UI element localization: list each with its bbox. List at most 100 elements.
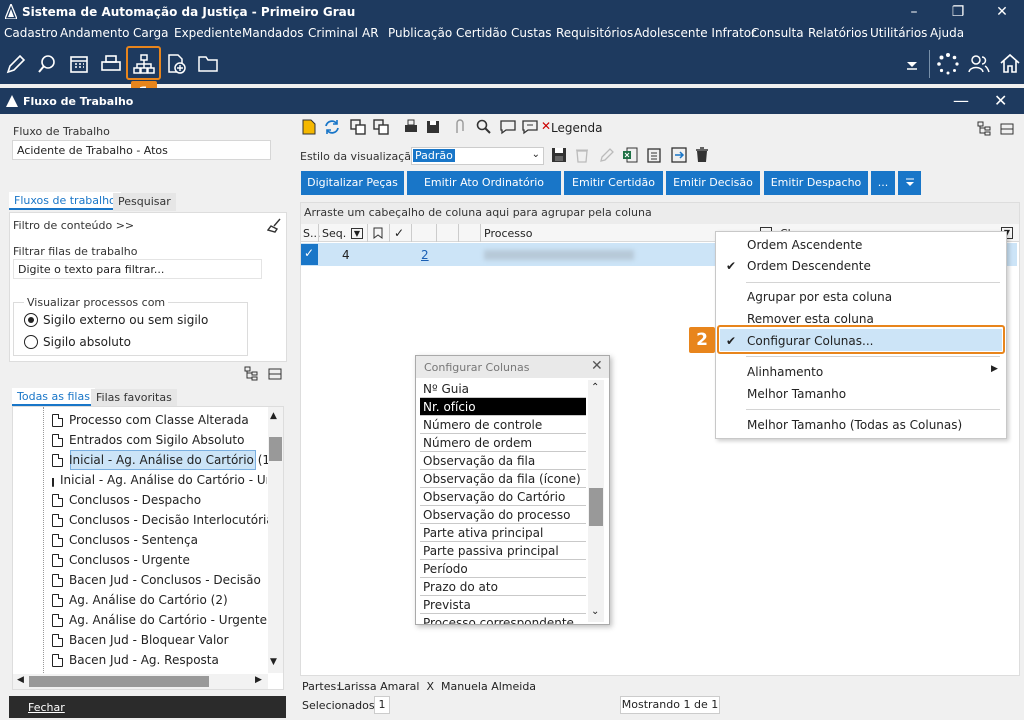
more-button[interactable]: ... — [871, 171, 895, 195]
list-item[interactable]: Observação da fila (ícone) — [420, 470, 586, 488]
collapse-icon[interactable] — [268, 367, 283, 381]
menu-mandados[interactable]: Mandados — [242, 26, 304, 40]
scroll-up-icon[interactable]: ⌃ — [591, 382, 599, 393]
dropdown-arrow-icon[interactable] — [902, 54, 922, 74]
scroll-down-icon[interactable]: ⌄ — [591, 606, 599, 617]
tree-hscroll[interactable]: ◀ ▶ — [13, 674, 268, 689]
radio-external[interactable] — [24, 313, 38, 327]
workflow-tree-icon[interactable] — [132, 52, 156, 76]
magnify-icon[interactable] — [476, 119, 492, 135]
menu-relatorios[interactable]: Relatórios — [808, 26, 868, 40]
excel-icon[interactable] — [622, 147, 638, 163]
copy-alt-icon[interactable] — [373, 119, 389, 135]
list-item[interactable]: Observação do processo — [420, 506, 586, 524]
edit-pencil-icon[interactable] — [4, 52, 28, 76]
check-column-icon[interactable]: ✓ — [394, 226, 404, 240]
scroll-left-icon[interactable]: ◀ — [17, 675, 24, 685]
comment-add-icon[interactable] — [522, 119, 538, 135]
menu-publicacao[interactable]: Publicação — [388, 26, 452, 40]
list-item[interactable]: Número de controle — [420, 416, 586, 434]
print-doc-icon[interactable] — [403, 119, 419, 135]
tree-item[interactable]: Bacen Jud - Bloquear Valor — [52, 630, 229, 650]
tab-favorite-queues[interactable]: Filas favoritas — [91, 389, 177, 407]
close-panel-button[interactable]: Fechar — [28, 701, 65, 714]
menu-carga[interactable]: Carga — [133, 26, 168, 40]
list-item-selected[interactable]: Nr. ofício — [420, 398, 586, 416]
menu-requisitorios[interactable]: Requisitórios — [556, 26, 633, 40]
menu-ajuda[interactable]: Ajuda — [930, 26, 964, 40]
scroll-up-icon[interactable]: ▲ — [270, 411, 277, 421]
menu-cadastro[interactable]: Cadastro — [4, 26, 58, 40]
list-item[interactable]: Nº Guia — [420, 380, 586, 398]
emitir-certidao-button[interactable]: Emitir Certidão — [564, 171, 663, 195]
save-doc-icon[interactable] — [425, 119, 441, 135]
clipboard-icon[interactable] — [647, 147, 661, 163]
dialog-close-icon[interactable]: ✕ — [591, 358, 603, 374]
tree-item[interactable]: Conclusos - Despacho — [52, 490, 201, 510]
export-icon[interactable] — [671, 147, 687, 163]
add-document-icon[interactable] — [164, 52, 188, 76]
queue-filter-input[interactable]: Digite o texto para filtrar... — [13, 259, 262, 279]
list-item[interactable]: Número de ordem — [420, 434, 586, 452]
list-item[interactable]: Período — [420, 560, 586, 578]
save-icon[interactable] — [551, 147, 567, 163]
menu-utilitarios[interactable]: Utilitários — [870, 26, 927, 40]
tree-item[interactable]: Conclusos - Sentença — [52, 530, 198, 550]
tree-item[interactable]: Ag. Análise do Cartório - Urgente — [52, 610, 267, 630]
search-document-icon[interactable] — [36, 52, 60, 76]
tree-item[interactable]: Bacen Jud - Conclusos - Decisão — [52, 570, 261, 590]
col-seq[interactable]: Seq. — [322, 227, 346, 240]
tree-item[interactable]: Inicial - Ag. Análise do Cartório - Urge… — [52, 470, 267, 490]
menu-custas[interactable]: Custas — [511, 26, 552, 40]
remove-icon[interactable]: ✕ — [541, 119, 551, 133]
menu-andamento[interactable]: Andamento — [60, 26, 130, 40]
printer-icon[interactable] — [99, 52, 123, 76]
workflow-field[interactable]: Acidente de Trabalho - Atos — [12, 140, 271, 160]
minimize-button[interactable]: – — [892, 0, 936, 24]
menu-certidao[interactable]: Certidão — [456, 26, 507, 40]
panel-close-button[interactable]: ✕ — [994, 91, 1007, 110]
broom-icon[interactable] — [267, 218, 282, 233]
list-item[interactable]: Observação do Cartório — [420, 488, 586, 506]
calendar-icon[interactable] — [67, 52, 91, 76]
tree-item[interactable]: Conclusos - Urgente — [52, 550, 190, 570]
refresh-icon[interactable] — [324, 119, 340, 135]
legend-link[interactable]: Legenda — [551, 121, 602, 135]
menu-criminal[interactable]: Criminal — [308, 26, 358, 40]
list-item[interactable]: Processo correspondente — [420, 614, 586, 624]
tree-view-right-icon[interactable] — [977, 121, 992, 136]
tree-item[interactable]: Entrados com Sigilo Absoluto — [52, 430, 244, 450]
trash-disabled-icon[interactable] — [575, 147, 589, 163]
menu-sort-ascending[interactable]: Ordem Ascendente — [747, 238, 862, 252]
digitalizar-pecas-button[interactable]: Digitalizar Peças — [301, 171, 404, 195]
tree-item[interactable]: Processo com Classe Alterada — [52, 410, 249, 430]
tree-vscroll[interactable]: ▲ ▼ — [268, 407, 283, 673]
dialog-vscroll[interactable]: ⌃ ⌄ — [588, 380, 604, 622]
emitir-decisao-button[interactable]: Emitir Decisão — [666, 171, 760, 195]
list-item[interactable]: Parte passiva principal — [420, 542, 586, 560]
list-item[interactable]: Prazo do ato — [420, 578, 586, 596]
menu-adolescente-infrator[interactable]: Adolescente Infrator — [634, 26, 756, 40]
row-checkbox[interactable]: ✓ — [301, 244, 318, 265]
close-button[interactable]: ✕ — [980, 0, 1024, 24]
menu-sort-descending[interactable]: Ordem Descendente — [747, 259, 871, 273]
bookmark-icon[interactable] — [373, 227, 383, 239]
dialog-scroll-thumb[interactable] — [589, 488, 603, 526]
emitir-ato-button[interactable]: Emitir Ato Ordinatório — [407, 171, 561, 195]
edit-disabled-icon[interactable] — [599, 147, 615, 163]
col-processo[interactable]: Processo — [484, 227, 532, 240]
scroll-down-icon[interactable]: ▼ — [270, 657, 277, 667]
radio-absolute[interactable] — [24, 335, 38, 349]
list-item[interactable]: Parte ativa principal — [420, 524, 586, 542]
row-link[interactable]: 2 — [421, 248, 429, 262]
content-filter-toggle[interactable]: Filtro de conteúdo >> — [13, 219, 134, 232]
collapse-right-icon[interactable] — [1000, 122, 1015, 136]
tree-item[interactable]: Bacen Jud - Ag. Resposta — [52, 650, 219, 670]
hscroll-thumb[interactable] — [29, 676, 209, 687]
copy-icon[interactable] — [350, 119, 366, 135]
tab-fluxos[interactable]: Fluxos de trabalho — [9, 192, 121, 210]
restore-button[interactable]: ❐ — [936, 0, 980, 24]
filter-dropdown-icon[interactable]: ▼ — [351, 228, 363, 239]
menu-best-fit-all[interactable]: Melhor Tamanho (Todas as Colunas) — [747, 418, 962, 432]
view-style-select[interactable]: Padrão ⌄ — [411, 147, 544, 165]
